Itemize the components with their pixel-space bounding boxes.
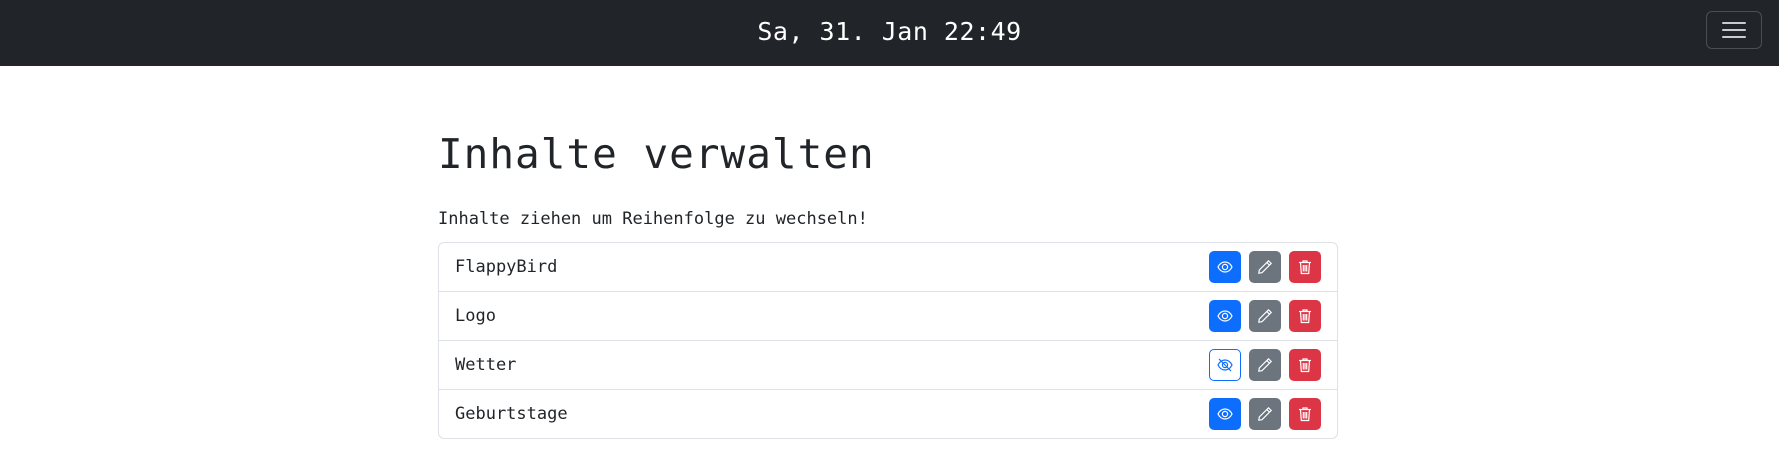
trash-icon xyxy=(1299,260,1311,275)
list-item[interactable]: FlappyBird xyxy=(439,243,1337,292)
toggle-visibility-button[interactable] xyxy=(1209,251,1241,283)
trash-icon xyxy=(1299,358,1311,373)
edit-button[interactable] xyxy=(1249,300,1281,332)
item-actions xyxy=(1209,300,1321,332)
list-item[interactable]: Logo xyxy=(439,292,1337,341)
eye-icon xyxy=(1217,408,1233,420)
eye-icon xyxy=(1217,310,1233,322)
item-name: FlappyBird xyxy=(455,257,558,277)
list-item[interactable]: Geburtstage xyxy=(439,390,1337,438)
item-actions xyxy=(1209,398,1321,430)
item-name: Logo xyxy=(455,306,496,326)
item-actions xyxy=(1209,251,1321,283)
trash-icon xyxy=(1299,407,1311,422)
page-title: Inhalte verwalten xyxy=(438,130,875,178)
item-actions xyxy=(1209,349,1321,381)
delete-button[interactable] xyxy=(1289,300,1321,332)
list-item[interactable]: Wetter xyxy=(439,341,1337,390)
item-name: Wetter xyxy=(455,355,517,375)
edit-button[interactable] xyxy=(1249,398,1281,430)
menu-toggle-button[interactable] xyxy=(1706,11,1762,49)
edit-button[interactable] xyxy=(1249,251,1281,283)
toggle-visibility-button[interactable] xyxy=(1209,398,1241,430)
item-name: Geburtstage xyxy=(455,404,568,424)
pencil-icon xyxy=(1258,406,1273,421)
content-list: FlappyBird Logo Wetter Geburtstage xyxy=(438,242,1338,439)
delete-button[interactable] xyxy=(1289,251,1321,283)
toggle-visibility-button[interactable] xyxy=(1209,300,1241,332)
pencil-icon xyxy=(1258,308,1273,323)
edit-button[interactable] xyxy=(1249,349,1281,381)
delete-button[interactable] xyxy=(1289,398,1321,430)
toggle-visibility-button[interactable] xyxy=(1209,349,1241,381)
delete-button[interactable] xyxy=(1289,349,1321,381)
reorder-hint: Inhalte ziehen um Reihenfolge zu wechsel… xyxy=(438,209,868,229)
trash-icon xyxy=(1299,309,1311,324)
eye-icon xyxy=(1217,261,1233,273)
navbar: Sa, 31. Jan 22:49 xyxy=(0,0,1779,66)
eye-slash-icon xyxy=(1217,358,1233,372)
pencil-icon xyxy=(1258,357,1273,372)
pencil-icon xyxy=(1258,259,1273,274)
hamburger-menu-icon xyxy=(1722,22,1746,38)
clock: Sa, 31. Jan 22:49 xyxy=(757,16,1022,46)
